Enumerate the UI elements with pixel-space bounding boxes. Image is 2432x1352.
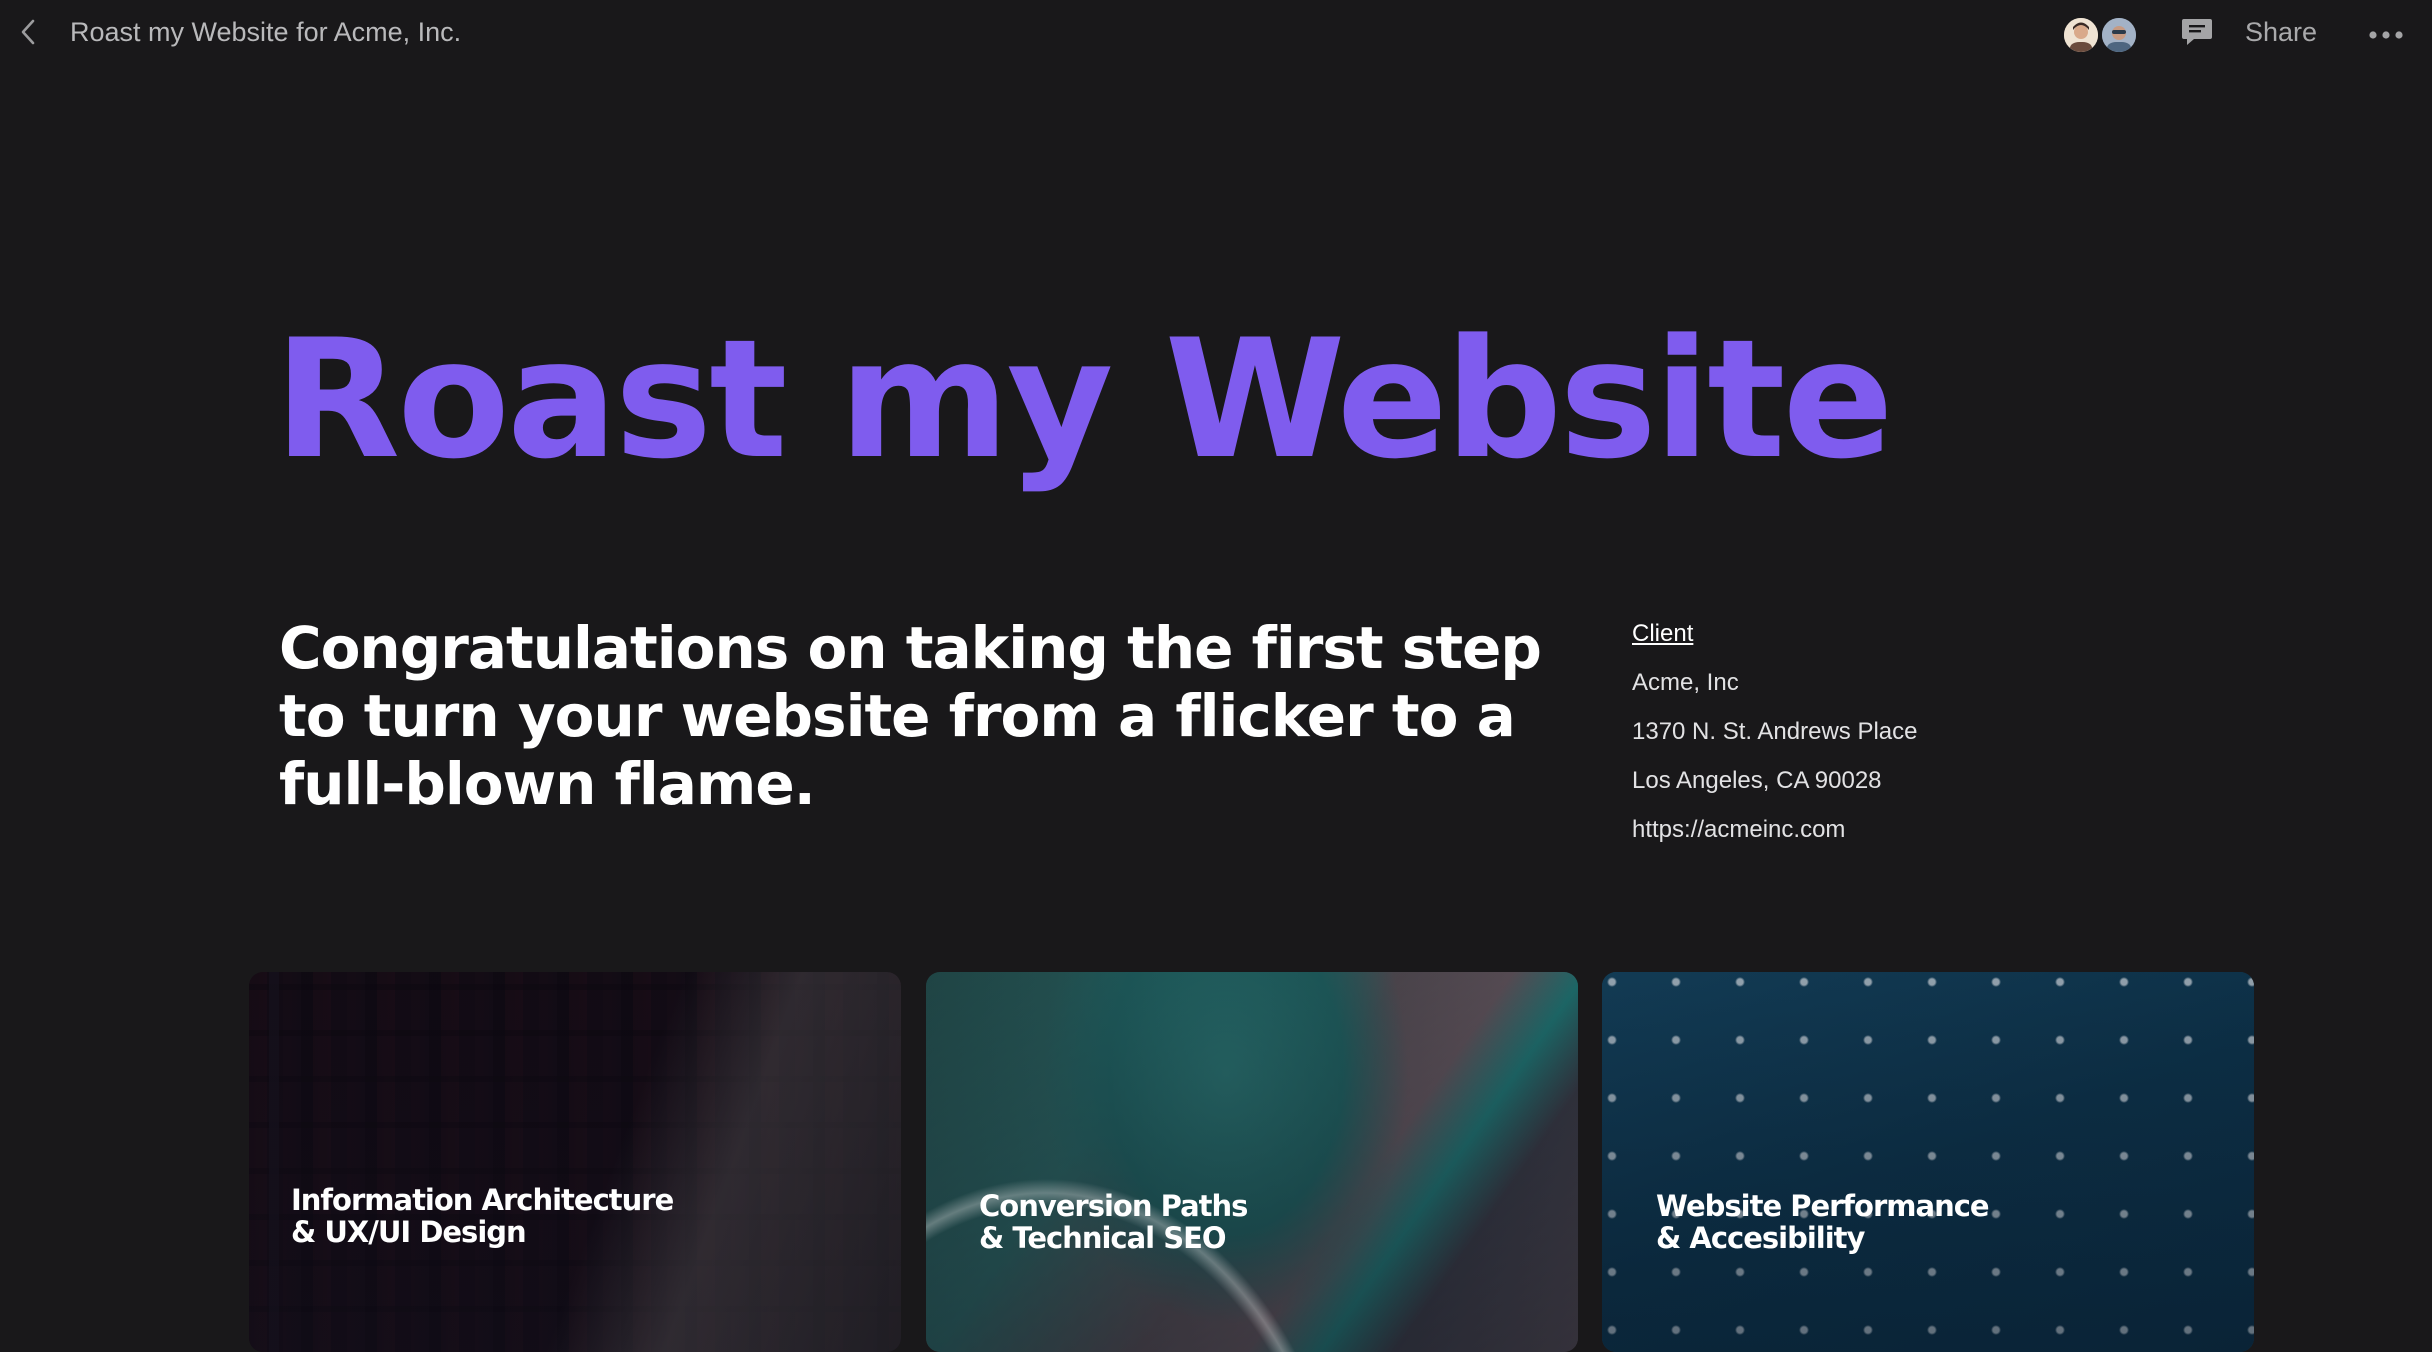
more-options-button[interactable]: [2364, 18, 2408, 50]
intro-text: Congratulations on taking the first step…: [279, 614, 1542, 818]
client-address-line2: Los Angeles, CA 90028: [1632, 767, 1882, 794]
section-cards: Information Architecture & UX/UI Design …: [249, 972, 2254, 1352]
comment-icon: [2180, 16, 2214, 52]
card-label: Website Performance & Accesibility: [1656, 1189, 1990, 1255]
share-button[interactable]: Share: [2245, 17, 2317, 48]
avatar[interactable]: [2100, 16, 2138, 54]
client-website-link[interactable]: https://acmeinc.com: [1632, 810, 2132, 859]
client-address-line1: 1370 N. St. Andrews Place: [1632, 718, 1918, 745]
card-conversion-paths[interactable]: Conversion Paths & Technical SEO: [926, 972, 1578, 1352]
client-info: Client Acme, Inc 1370 N. St. Andrews Pla…: [1632, 614, 2132, 859]
back-button[interactable]: [10, 16, 46, 52]
card-website-performance[interactable]: Website Performance & Accesibility: [1602, 972, 2254, 1352]
client-name: Acme, Inc: [1632, 669, 1739, 696]
card-information-architecture[interactable]: Information Architecture & UX/UI Design: [249, 972, 901, 1352]
comments-button[interactable]: [2178, 16, 2216, 52]
card-label: Conversion Paths & Technical SEO: [979, 1189, 1248, 1255]
chevron-left-icon: [20, 18, 36, 50]
page-title: Roast my Website: [274, 304, 1894, 495]
more-horizontal-icon: [2368, 25, 2404, 44]
document-title: Roast my Website for Acme, Inc.: [70, 17, 462, 47]
collaborator-avatars[interactable]: [2062, 16, 2138, 54]
card-label: Information Architecture & UX/UI Design: [291, 1183, 674, 1249]
avatar[interactable]: [2062, 16, 2100, 54]
client-heading: Client: [1632, 620, 1694, 647]
top-bar: Roast my Website for Acme, Inc. Share: [0, 0, 2432, 68]
